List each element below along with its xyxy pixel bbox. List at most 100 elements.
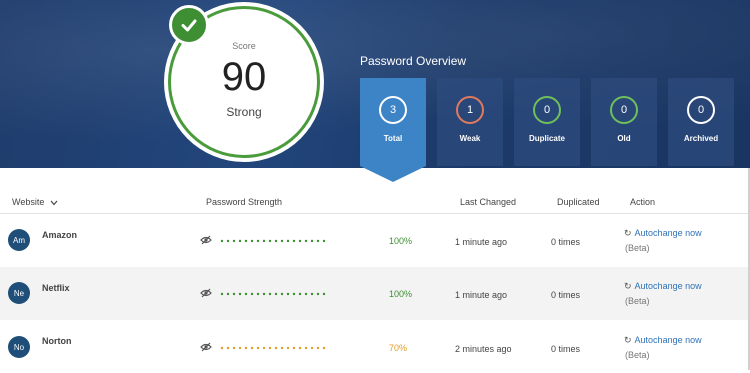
- strength-percent: 100%: [389, 289, 413, 299]
- strength-dot: [286, 346, 290, 350]
- strength-dot: [262, 239, 266, 243]
- strength-dots: [220, 346, 326, 350]
- strength-dot: [304, 346, 308, 350]
- overview-tile-weak[interactable]: 1 Weak: [437, 78, 503, 166]
- duplicated-count: 0 times: [551, 237, 581, 247]
- tile-label: Weak: [459, 134, 481, 143]
- score-rating: Strong: [226, 105, 262, 119]
- table-row[interactable]: No Norton 70% 2 minutes ago 0 times ↻ Aut…: [0, 320, 750, 373]
- duplicated-count: 0 times: [551, 290, 581, 300]
- strength-dot: [256, 239, 260, 243]
- count-ring: 3: [379, 96, 407, 124]
- last-changed: 1 minute ago: [455, 290, 508, 300]
- strength-dot: [280, 239, 284, 243]
- strength-dot: [292, 239, 296, 243]
- strength-dot: [280, 292, 284, 296]
- beta-note: (Beta): [625, 296, 650, 306]
- strength-dot: [316, 292, 320, 296]
- eye-slash-icon[interactable]: [200, 342, 212, 352]
- autochange-link[interactable]: ↻ Autochange now: [624, 228, 702, 239]
- strength-dot: [310, 239, 314, 243]
- strength-dot: [256, 346, 260, 350]
- strength-dot: [220, 292, 224, 296]
- strength-dots: [220, 292, 326, 296]
- refresh-icon: ↻: [624, 335, 632, 345]
- strength-dot: [292, 292, 296, 296]
- chevron-down-icon: [50, 200, 58, 206]
- strength-dot: [286, 239, 290, 243]
- last-changed: 1 minute ago: [455, 237, 508, 247]
- strength-dot: [256, 292, 260, 296]
- strength-dot: [262, 292, 266, 296]
- table-row[interactable]: Am Amazon 100% 1 minute ago 0 times ↻ Aut…: [0, 214, 750, 267]
- sort-website-header[interactable]: Website: [12, 197, 58, 207]
- strength-dot: [220, 346, 224, 350]
- strength-dot: [238, 346, 242, 350]
- strength-dot: [268, 292, 272, 296]
- avatar: Ne: [8, 282, 30, 304]
- refresh-icon: ↻: [624, 281, 632, 291]
- strength-dot: [250, 239, 254, 243]
- strength-dot: [292, 346, 296, 350]
- strength-dot: [220, 239, 224, 243]
- strength-dot: [280, 346, 284, 350]
- strength-dot: [274, 346, 278, 350]
- header-action: Action: [630, 197, 656, 207]
- overview-tile-duplicate[interactable]: 0 Duplicate: [514, 78, 580, 166]
- strength-dot: [304, 239, 308, 243]
- count-ring: 0: [610, 96, 638, 124]
- strength-dot: [310, 346, 314, 350]
- strength-dot: [232, 239, 236, 243]
- autochange-link[interactable]: ↻ Autochange now: [624, 281, 702, 292]
- table-row[interactable]: Ne Netflix 100% 1 minute ago 0 times ↻ Au…: [0, 267, 750, 320]
- strength-dot: [322, 239, 326, 243]
- strength-dot: [238, 239, 242, 243]
- strength-dot: [298, 346, 302, 350]
- strength-dot: [226, 346, 230, 350]
- strength-dot: [232, 346, 236, 350]
- strength-dot: [310, 292, 314, 296]
- strength-dot: [244, 292, 248, 296]
- strength-dot: [268, 346, 272, 350]
- avatar: No: [8, 336, 30, 358]
- strength-percent: 70%: [389, 343, 408, 353]
- autochange-link[interactable]: ↻ Autochange now: [624, 335, 702, 346]
- strength-dot: [298, 292, 302, 296]
- strength-dot: [250, 292, 254, 296]
- strength-dot: [244, 239, 248, 243]
- strength-dot: [268, 239, 272, 243]
- count-ring: 0: [687, 96, 715, 124]
- site-name: Norton: [42, 336, 72, 346]
- site-name: Netflix: [42, 283, 70, 293]
- beta-note: (Beta): [625, 350, 650, 360]
- header-website: Website: [12, 197, 45, 207]
- eye-slash-icon[interactable]: [200, 235, 212, 245]
- overview-tile-old[interactable]: 0 Old: [591, 78, 657, 166]
- count-ring: 1: [456, 96, 484, 124]
- header-duplicated: Duplicated: [557, 197, 600, 207]
- strength-dot: [238, 292, 242, 296]
- score-value: 90: [221, 55, 267, 99]
- strength-dot: [244, 346, 248, 350]
- site-name: Amazon: [42, 230, 78, 240]
- autochange-label: Autochange now: [634, 281, 702, 291]
- overview-tile-total[interactable]: 3 Total: [360, 78, 426, 166]
- strength-dot: [232, 292, 236, 296]
- strength-dot: [316, 346, 320, 350]
- last-changed: 2 minutes ago: [455, 344, 512, 354]
- autochange-label: Autochange now: [634, 228, 702, 238]
- count-ring: 0: [533, 96, 561, 124]
- tile-label: Archived: [683, 134, 719, 143]
- active-tile-pointer: [360, 166, 426, 182]
- strength-dot: [298, 239, 302, 243]
- refresh-icon: ↻: [624, 228, 632, 238]
- beta-note: (Beta): [625, 243, 650, 253]
- tile-label: Total: [383, 134, 403, 143]
- eye-slash-icon[interactable]: [200, 288, 212, 298]
- strength-dot: [304, 292, 308, 296]
- overview-tile-archived[interactable]: 0 Archived: [668, 78, 734, 166]
- header-last-changed: Last Changed: [460, 197, 517, 207]
- strength-dot: [286, 292, 290, 296]
- strength-dot: [322, 346, 326, 350]
- tile-label: Duplicate: [528, 134, 565, 143]
